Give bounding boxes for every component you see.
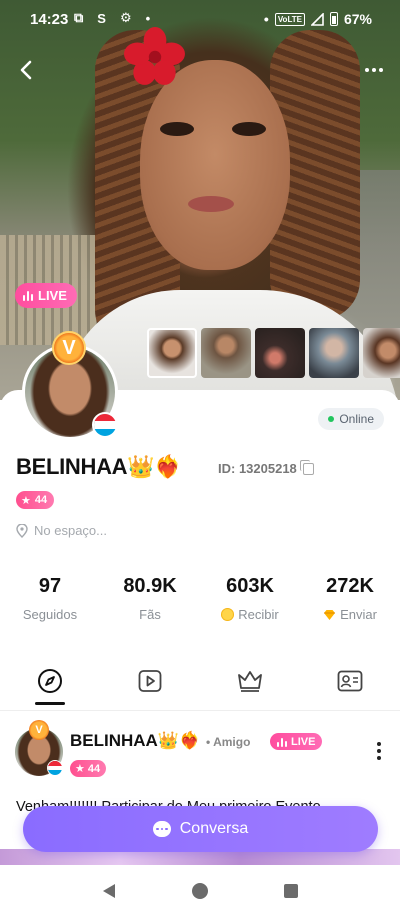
stat-label: Recibir <box>238 607 279 622</box>
location-text: No espaço... <box>34 523 107 538</box>
star-icon: ★ <box>75 763 85 775</box>
post-live-badge[interactable]: LIVE <box>270 733 323 750</box>
video-play-icon <box>138 670 162 692</box>
online-status-badge: Online <box>318 408 384 430</box>
post-more-button[interactable] <box>374 742 384 762</box>
live-bars-icon <box>23 290 33 301</box>
stat-label: Seguidos <box>22 607 78 622</box>
copy-icon[interactable] <box>299 459 314 475</box>
more-dot-icon <box>365 68 369 72</box>
volte-icon: VoLTE <box>274 12 305 26</box>
stat-value: 80.9K <box>123 575 177 597</box>
level-badge: ★ 44 <box>16 491 55 509</box>
system-navigation-bar <box>0 865 400 917</box>
status-bar: 14:23 ⧉ S ⚙ • • VoLTE 67% <box>0 0 400 38</box>
stats-row: 97 Seguidos 80.9K Fãs 603K Recibir 272K … <box>0 575 400 622</box>
nav-back-button[interactable] <box>64 865 155 917</box>
dot-icon: • <box>145 10 151 26</box>
stat-fans[interactable]: 80.9K Fãs <box>100 575 200 622</box>
online-label: Online <box>339 412 374 426</box>
more-dot-icon <box>377 749 381 753</box>
battery-level: 67% <box>343 11 372 27</box>
photo-thumbnail[interactable] <box>363 328 400 378</box>
more-dot-icon <box>379 68 383 72</box>
nav-home-button[interactable] <box>155 865 246 917</box>
status-time: 14:23 <box>30 11 69 28</box>
photo-thumbnail[interactable] <box>309 328 359 378</box>
stat-value: 603K <box>226 575 274 597</box>
live-badge[interactable]: LIVE <box>15 283 77 308</box>
stat-received[interactable]: 603K Recibir <box>200 575 300 622</box>
chat-button-label: Conversa <box>179 820 249 837</box>
stat-sent[interactable]: 272K Enviar <box>300 575 400 622</box>
status-system-icons: • VoLTE 67% <box>264 11 372 27</box>
live-label: LIVE <box>38 288 67 303</box>
more-dot-icon <box>377 742 381 746</box>
level-value: 44 <box>87 762 101 775</box>
chevron-left-icon <box>20 60 32 80</box>
coin-icon <box>221 608 235 621</box>
triangle-back-icon <box>103 884 115 898</box>
dot-icon: • <box>263 11 269 27</box>
photo-thumbnail[interactable] <box>201 328 251 378</box>
vip-crown-badge: V <box>52 331 86 365</box>
country-flag-icon <box>47 760 63 776</box>
cast-icon: ⧉ <box>74 10 84 25</box>
gem-icon <box>324 609 336 620</box>
live-label: LIVE <box>291 735 316 748</box>
photo-thumbnail[interactable] <box>147 328 197 378</box>
level-value: 44 <box>34 494 48 506</box>
more-dot-icon <box>377 756 381 760</box>
chat-bubble-icon <box>152 821 171 837</box>
back-button[interactable] <box>12 56 40 84</box>
stat-value: 272K <box>326 575 374 597</box>
user-id-row[interactable]: ID: 13205218 <box>218 459 314 476</box>
photo-thumbnail[interactable] <box>255 328 305 378</box>
location-pin-icon <box>16 523 28 538</box>
level-badge: ★ 44 <box>70 760 107 777</box>
status-notification-icons: ⧉ S ⚙ • <box>74 10 150 26</box>
stat-value: 97 <box>38 575 62 597</box>
tab-moments[interactable] <box>0 668 100 708</box>
square-recents-icon <box>284 884 298 898</box>
more-dot-icon <box>372 68 376 72</box>
online-dot-icon <box>328 416 335 422</box>
photo-thumbnail-strip <box>147 328 400 378</box>
stat-following[interactable]: 97 Seguidos <box>0 575 100 622</box>
profile-tabs <box>0 668 400 708</box>
sync-icon: ⚙ <box>119 10 132 25</box>
tab-about[interactable] <box>300 668 400 708</box>
vip-crown-badge: V <box>29 720 49 740</box>
profile-name: BELINHAA👑❤️‍🔥 <box>16 454 182 479</box>
circle-home-icon <box>192 883 208 899</box>
chat-button[interactable]: Conversa <box>23 806 378 852</box>
signal-icon <box>310 12 324 26</box>
photo-eye-left <box>160 122 194 136</box>
nav-recents-button[interactable] <box>246 865 337 917</box>
country-flag-icon <box>92 412 118 438</box>
tab-ranking[interactable] <box>200 668 300 708</box>
friend-relation-label: • Amigo <box>206 735 251 749</box>
location-row: No espaço... <box>16 523 107 538</box>
battery-icon <box>329 12 338 26</box>
more-options-button[interactable] <box>358 56 390 84</box>
compass-icon <box>38 669 62 693</box>
photo-lips <box>188 196 234 212</box>
app-notification-icon: S <box>97 10 106 26</box>
stat-label: Enviar <box>340 607 377 622</box>
photo-eye-right <box>232 122 266 136</box>
profile-card-icon <box>337 670 363 692</box>
tab-videos[interactable] <box>100 668 200 708</box>
crown-icon <box>238 671 262 692</box>
post-author-name[interactable]: BELINHAA👑❤️‍🔥 <box>70 731 200 751</box>
user-id: ID: 13205218 <box>218 461 297 476</box>
tabs-divider <box>0 710 400 711</box>
live-bars-icon <box>277 737 287 747</box>
stat-label: Fãs <box>139 607 161 622</box>
star-icon: ★ <box>21 494 31 507</box>
photo-face <box>140 60 290 270</box>
